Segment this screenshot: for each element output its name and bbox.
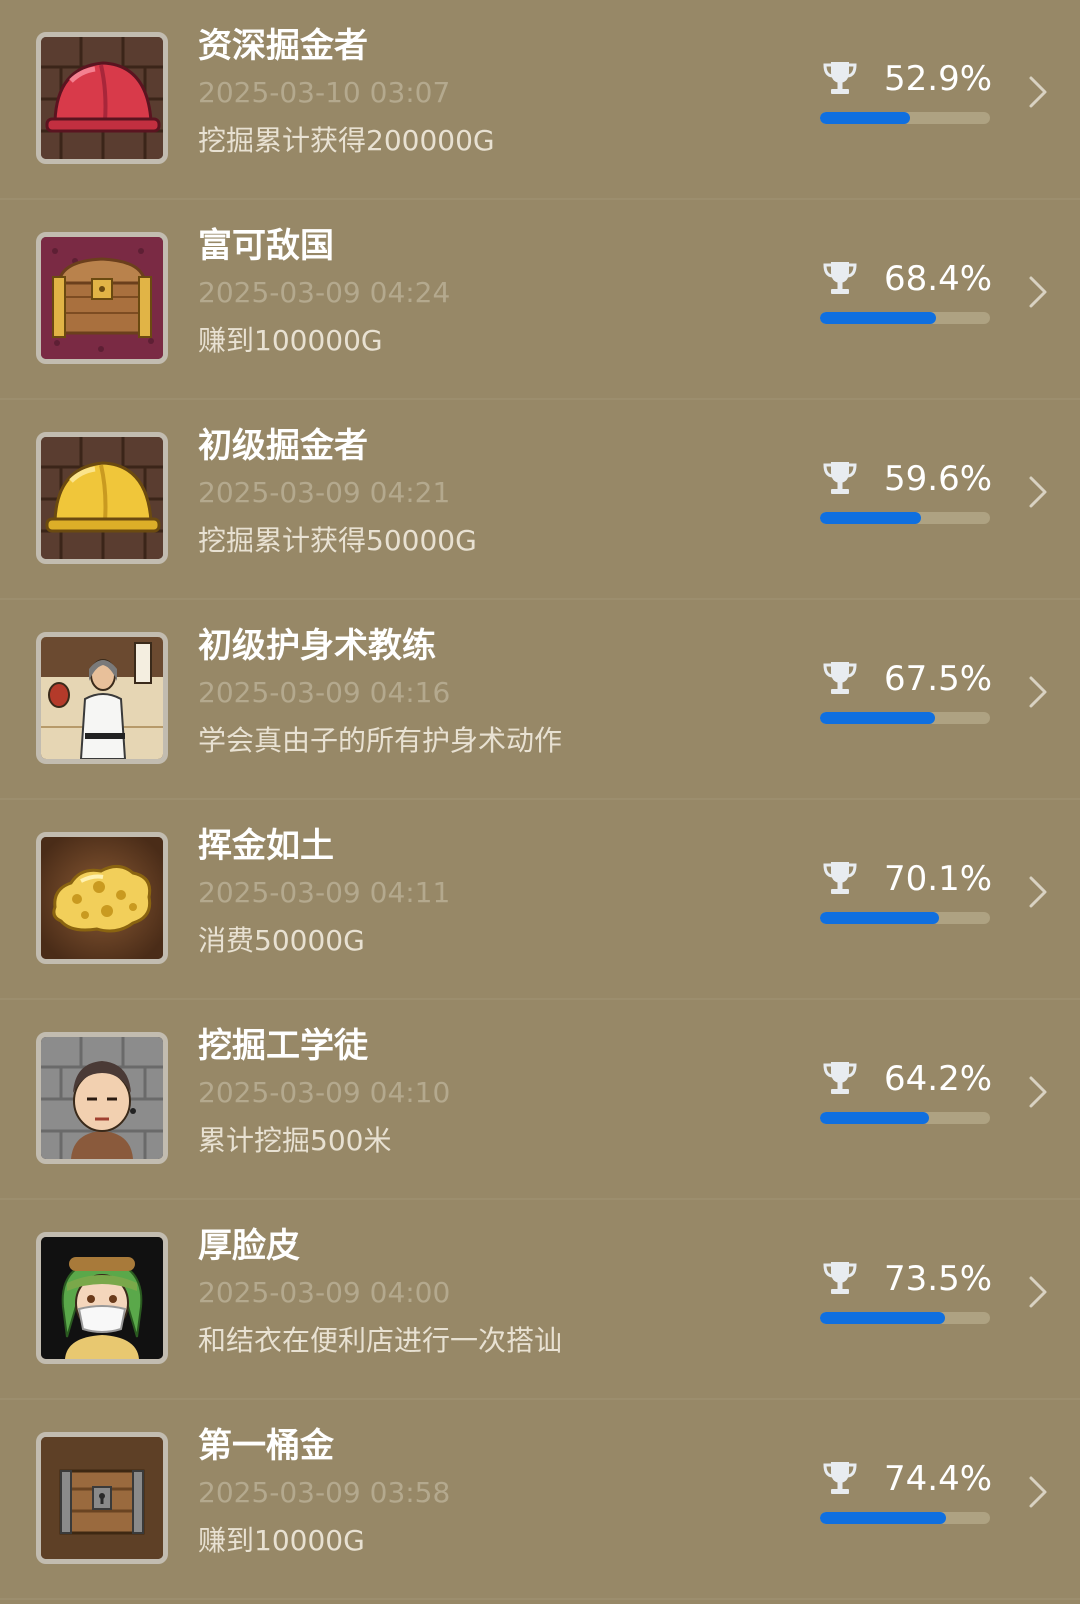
achievement-description: 累计挖掘500米	[198, 1124, 392, 1157]
achievement-title: 挖掘工学徒	[198, 1026, 368, 1066]
progress-bar	[820, 312, 990, 324]
chevron-right-icon[interactable]	[1026, 74, 1050, 110]
achievement-description: 赚到10000G	[198, 1524, 365, 1557]
chevron-right-icon[interactable]	[1026, 674, 1050, 710]
progress-bar-fill	[820, 1312, 945, 1324]
completion-rate: 70.1%	[884, 859, 993, 899]
completion-rate: 73.5%	[884, 1259, 993, 1299]
chevron-right-icon[interactable]	[1026, 874, 1050, 910]
achievement-date: 2025-03-09 04:16	[198, 676, 451, 709]
achievement-title: 初级护身术教练	[198, 626, 436, 666]
achievement-row[interactable]: 富可敌国 2025-03-09 04:24 赚到100000G 68.4%	[0, 200, 1080, 400]
achievement-title: 厚脸皮	[198, 1226, 300, 1266]
achievement-date: 2025-03-09 03:58	[198, 1476, 451, 1509]
achievement-date: 2025-03-09 04:00	[198, 1276, 451, 1309]
achievement-description: 挖掘累计获得50000G	[198, 524, 477, 557]
progress-bar-fill	[820, 712, 935, 724]
achievement-date: 2025-03-09 04:10	[198, 1076, 451, 1109]
achievement-title: 资深掘金者	[198, 26, 368, 66]
gold-nugget-icon	[36, 832, 168, 964]
progress-bar-fill	[820, 312, 937, 324]
achievement-list: 资深掘金者 2025-03-10 03:07 挖掘累计获得200000G 52.…	[0, 0, 1080, 1604]
karate-coach-icon	[36, 632, 168, 764]
chevron-right-icon[interactable]	[1026, 1474, 1050, 1510]
achievement-title: 初级掘金者	[198, 426, 368, 466]
progress-bar-fill	[820, 112, 910, 124]
achievement-date: 2025-03-09 04:24	[198, 276, 451, 309]
progress-bar-fill	[820, 912, 940, 924]
achievement-description: 消费50000G	[198, 924, 365, 957]
trophy-icon	[823, 662, 857, 694]
achievement-row[interactable]: 资深掘金者 2025-03-10 03:07 挖掘累计获得200000G 52.…	[0, 0, 1080, 200]
progress-bar	[820, 512, 990, 524]
completion-rate: 52.9%	[884, 59, 993, 99]
completion-rate: 67.5%	[884, 659, 993, 699]
progress-bar-fill	[820, 512, 922, 524]
progress-bar	[820, 1312, 990, 1324]
trophy-icon	[823, 1462, 857, 1494]
progress-bar	[820, 712, 990, 724]
completion-rate: 74.4%	[884, 1459, 993, 1499]
chevron-right-icon[interactable]	[1026, 1274, 1050, 1310]
progress-bar	[820, 112, 990, 124]
progress-bar	[820, 1512, 990, 1524]
achievement-row[interactable]: 初级护身术教练 2025-03-09 04:16 学会真由子的所有护身术动作 6…	[0, 600, 1080, 800]
progress-bar-fill	[820, 1512, 947, 1524]
achievement-title: 第一桶金	[198, 1426, 334, 1466]
achievement-title: 挥金如土	[198, 826, 334, 866]
achievement-date: 2025-03-09 04:11	[198, 876, 451, 909]
masked-girl-icon	[36, 1232, 168, 1364]
completion-rate: 64.2%	[884, 1059, 993, 1099]
chevron-right-icon[interactable]	[1026, 274, 1050, 310]
achievement-row[interactable]: 厚脸皮 2025-03-09 04:00 和结衣在便利店进行一次搭讪 73.5%	[0, 1200, 1080, 1400]
achievement-title: 富可敌国	[198, 226, 334, 266]
progress-bar-fill	[820, 1112, 930, 1124]
achievement-row[interactable]: 初级掘金者 2025-03-09 04:21 挖掘累计获得50000G 59.6…	[0, 400, 1080, 600]
achievement-description: 挖掘累计获得200000G	[198, 124, 495, 157]
achievement-description: 和结衣在便利店进行一次搭讪	[198, 1324, 563, 1357]
completion-rate: 68.4%	[884, 259, 993, 299]
trophy-icon	[823, 1062, 857, 1094]
achievement-row[interactable]: 挖掘工学徒 2025-03-09 04:10 累计挖掘500米 64.2%	[0, 1000, 1080, 1200]
achievement-row[interactable]: 挥金如土 2025-03-09 04:11 消费50000G 70.1%	[0, 800, 1080, 1000]
progress-bar	[820, 1112, 990, 1124]
wooden-chest-icon	[36, 1432, 168, 1564]
trophy-icon	[823, 62, 857, 94]
achievement-date: 2025-03-10 03:07	[198, 76, 451, 109]
achievement-row[interactable]: 第一桶金 2025-03-09 03:58 赚到10000G 74.4%	[0, 1400, 1080, 1600]
progress-bar	[820, 912, 990, 924]
achievement-description: 学会真由子的所有护身术动作	[198, 724, 563, 757]
achievement-date: 2025-03-09 04:21	[198, 476, 451, 509]
chevron-right-icon[interactable]	[1026, 474, 1050, 510]
red-helmet-icon	[36, 32, 168, 164]
treasure-chest-icon	[36, 232, 168, 364]
chevron-right-icon[interactable]	[1026, 1074, 1050, 1110]
trophy-icon	[823, 262, 857, 294]
row-divider	[0, 1598, 1080, 1600]
completion-rate: 59.6%	[884, 459, 993, 499]
achievement-description: 赚到100000G	[198, 324, 383, 357]
trophy-icon	[823, 462, 857, 494]
yellow-helmet-icon	[36, 432, 168, 564]
trophy-icon	[823, 1262, 857, 1294]
trophy-icon	[823, 862, 857, 894]
apprentice-face-icon	[36, 1032, 168, 1164]
